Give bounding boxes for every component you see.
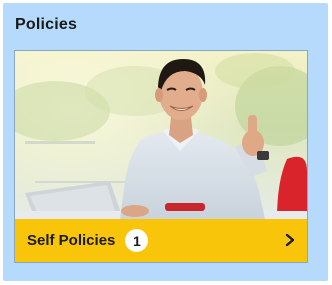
card-footer[interactable]: Self Policies 1	[15, 219, 307, 262]
panel-title: Policies	[15, 16, 78, 33]
self-policies-label: Self Policies	[27, 232, 116, 249]
self-policies-card[interactable]: Self Policies 1	[14, 50, 308, 263]
person-thumbs-up-photo	[15, 51, 307, 219]
chevron-right-icon[interactable]	[283, 232, 297, 248]
policies-panel: Policies Self Policies 1	[3, 3, 328, 281]
policy-count-badge: 1	[125, 229, 149, 252]
